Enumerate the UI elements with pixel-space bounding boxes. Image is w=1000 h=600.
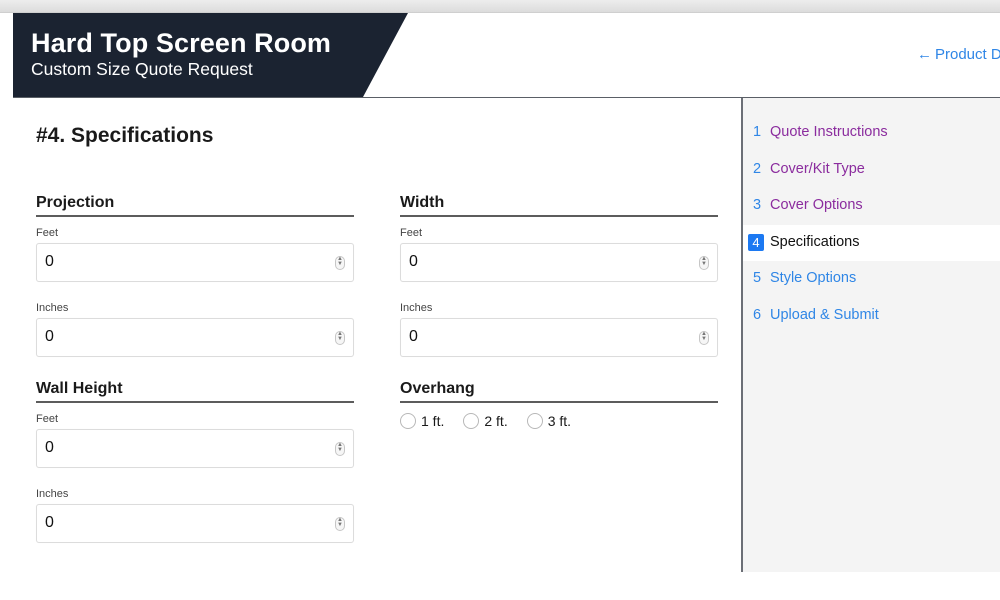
back-to-product-link[interactable]: ← Product D [917,46,1000,63]
width-inches-label: Inches [400,302,433,314]
step-label: Cover Options [770,197,863,213]
overhang-group: Overhang 1 ft. 2 ft. 3 ft. [400,380,718,429]
step-specifications[interactable]: 4 Specifications [743,225,1000,261]
stepper-icon[interactable]: ▲ ▼ [699,256,709,270]
radio-label: 1 ft. [421,413,445,429]
wall-height-inches-value: 0 [45,514,54,531]
wall-height-group: Wall Height Feet 0 ▲ ▼ Inches 0 ▲ ▼ [36,380,354,543]
step-number: 3 [753,197,762,213]
projection-feet-label: Feet [36,227,59,239]
wall-height-inches-input[interactable]: 0 ▲ ▼ [36,504,354,543]
width-feet-label: Feet [400,227,423,239]
step-label: Quote Instructions [770,124,888,140]
overhang-option-1ft[interactable]: 1 ft. [400,413,444,429]
overhang-option-3ft[interactable]: 3 ft. [526,413,572,429]
projection-inches-input[interactable]: 0 ▲ ▼ [36,318,354,357]
width-feet-input[interactable]: 0 ▲ ▼ [400,243,718,282]
step-style-options[interactable]: 5 Style Options [743,261,1000,297]
wall-height-feet-input[interactable]: 0 ▲ ▼ [36,429,354,468]
radio-label: 2 ft. [484,413,508,429]
page-title: Hard Top Screen Room [31,28,332,58]
wall-height-feet-value: 0 [45,439,54,456]
projection-group: Projection Feet 0 ▲ ▼ Inches 0 ▲ ▼ [36,194,354,357]
step-label: Specifications [770,234,860,250]
wall-height-heading: Wall Height [36,380,354,403]
projection-feet-input[interactable]: 0 ▲ ▼ [36,243,354,282]
width-inches-value: 0 [409,328,418,345]
overhang-heading: Overhang [400,380,718,403]
width-feet-value: 0 [409,253,418,270]
stepper-icon[interactable]: ▲ ▼ [335,331,345,345]
projection-inches-value: 0 [45,328,54,345]
section-title: #4. Specifications [36,124,214,147]
page-subtitle: Custom Size Quote Request [31,59,253,79]
stepper-icon[interactable]: ▲ ▼ [335,256,345,270]
stepper-icon[interactable]: ▲ ▼ [335,517,345,531]
step-number: 1 [753,124,762,140]
step-label: Style Options [770,270,857,286]
radio-button[interactable] [400,413,416,429]
step-quote-instructions[interactable]: 1 Quote Instructions [743,115,1000,151]
projection-heading: Projection [36,194,354,217]
step-number: 6 [753,307,762,323]
projection-feet-value: 0 [45,253,54,270]
step-number: 5 [753,270,762,286]
back-link-label: Product D [935,46,1000,63]
step-cover-kit-type[interactable]: 2 Cover/Kit Type [743,152,1000,188]
overhang-radio-group: 1 ft. 2 ft. 3 ft. [400,413,718,429]
step-upload-submit[interactable]: 6 Upload & Submit [743,298,1000,334]
stepper-icon[interactable]: ▲ ▼ [335,442,345,456]
width-group: Width Feet 0 ▲ ▼ Inches 0 ▲ ▼ [400,194,718,357]
radio-button[interactable] [526,413,543,429]
step-number: 2 [753,161,762,177]
wall-height-feet-label: Feet [36,413,59,425]
step-number-badge: 4 [748,234,764,251]
width-inches-input[interactable]: 0 ▲ ▼ [400,318,718,357]
radio-button[interactable] [463,413,480,429]
stepper-icon[interactable]: ▲ ▼ [699,331,709,345]
step-label: Upload & Submit [770,307,879,323]
overhang-option-2ft[interactable]: 2 ft. [463,413,508,429]
arrow-left-icon: ← [917,46,932,63]
steps-sidebar: 1 Quote Instructions 2 Cover/Kit Type 3 … [741,98,1000,572]
step-cover-options[interactable]: 3 Cover Options [743,188,1000,224]
projection-inches-label: Inches [36,302,69,314]
wall-height-inches-label: Inches [36,488,69,500]
radio-label: 3 ft. [547,413,572,429]
width-heading: Width [400,194,718,217]
step-label: Cover/Kit Type [770,161,865,177]
top-nav-strip [0,0,1000,13]
